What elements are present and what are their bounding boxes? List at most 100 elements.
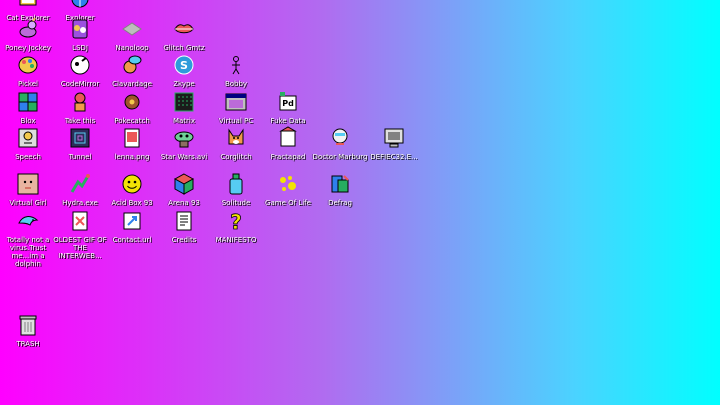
desktop-icon-lsdj[interactable]: LSDJ	[52, 16, 108, 52]
desktop-icon-clavardage[interactable]: Clavardage	[104, 52, 160, 88]
desktop-icon-corglitch[interactable]: Corglitch	[208, 125, 264, 161]
desktop-icon-take-this[interactable]: Take this	[52, 89, 108, 125]
svg-text:?: ?	[230, 210, 242, 233]
icon-label: Corglitch	[220, 153, 252, 161]
stick-figure-icon	[223, 52, 249, 78]
icon-label: Fuke Data	[270, 117, 306, 125]
desktop-icon-tunnel[interactable]: Tunnel	[52, 125, 108, 161]
icon-label: Defrag	[328, 199, 352, 207]
desktop-icon-fuke-data[interactable]: Pd Fuke Data	[260, 89, 316, 125]
icon-label: Pokecatch	[114, 117, 150, 125]
icon-label: Virtual PC	[218, 117, 254, 125]
lips-icon	[171, 16, 197, 42]
corgi-icon	[223, 125, 249, 151]
desktop-icon-matrix[interactable]: Matrix	[156, 89, 212, 125]
cells-icon	[275, 171, 301, 197]
icon-label: Bobby	[224, 80, 248, 88]
desktop-icon-glitch-gmtz[interactable]: Glitch Gmtz	[156, 16, 212, 52]
desktop-icon-pokecatch[interactable]: Pokecatch	[104, 89, 160, 125]
desktop-icon-speech[interactable]: Speech	[0, 125, 56, 161]
text-file-icon	[171, 208, 197, 234]
desktop-icon-acid-box-93[interactable]: Acid Box 93	[104, 171, 160, 207]
icon-label: Speech	[15, 153, 41, 161]
fractapad-icon	[275, 125, 301, 151]
desktop-icon-hydra-exe[interactable]: Hydra.exe	[52, 171, 108, 207]
dolphin-icon	[15, 208, 41, 234]
icon-label: Pickel	[18, 80, 38, 88]
desktop-icon-bobby[interactable]: Bobby	[208, 52, 264, 88]
defrag-icon	[327, 171, 353, 197]
url-shortcut-icon	[119, 208, 145, 234]
icon-label: Glitch Gmtz	[163, 44, 205, 52]
desktop-icon-manifesto[interactable]: ? MANIFESTO	[208, 208, 264, 244]
zkype-icon: S	[171, 52, 197, 78]
desktop-icon-pickel[interactable]: Pickel	[0, 52, 56, 88]
tunnel-icon	[67, 125, 93, 151]
desktop-icon-zkype[interactable]: S Zkype	[156, 52, 212, 88]
icon-label: Take this	[64, 117, 96, 125]
icon-label: Contact.url	[112, 236, 152, 244]
desktop-icon-poney-jockey[interactable]: Poney Jockey	[0, 16, 56, 52]
icon-label: Doctor Marburg	[312, 153, 368, 161]
chat-bubble-icon	[119, 52, 145, 78]
matrix-terminal-icon	[171, 89, 197, 115]
icon-label: Credits	[171, 236, 197, 244]
desktop-icon-nanoloop[interactable]: Nanoloop	[104, 16, 160, 52]
icon-label: Matrix	[172, 117, 196, 125]
computer-monitor-icon	[381, 125, 407, 151]
desktop-icon-codemirror[interactable]: CodeMirror	[52, 52, 108, 88]
icon-label: lenna.png	[114, 153, 150, 161]
icon-label: Blox	[20, 117, 36, 125]
icon-label: Totally not a virus.Trust me...im a dolp…	[6, 236, 50, 268]
desktop: Cat Explorer Explorer Poney Jockey LSDJ …	[0, 0, 720, 405]
desktop-icon-blox[interactable]: Blox	[0, 89, 56, 125]
desktop-icon-solitude[interactable]: Solitude	[208, 171, 264, 207]
desktop-icon-oldest-gif[interactable]: OLDEST GIF OF THE INTERWEB...	[52, 208, 108, 260]
face-portrait-icon	[15, 171, 41, 197]
pokecatch-icon	[119, 89, 145, 115]
cube-icon	[171, 171, 197, 197]
icon-label: DEFIEC32.E...	[370, 153, 418, 161]
fuke-data-icon: Pd	[275, 89, 301, 115]
trash-can-icon	[15, 312, 41, 338]
icon-label: Fractapad	[270, 153, 306, 161]
desktop-icon-credits[interactable]: Credits	[156, 208, 212, 244]
icon-label: CodeMirror	[60, 80, 100, 88]
desktop-icon-virtual-pc[interactable]: Virtual PC	[208, 89, 264, 125]
nanoloop-icon	[119, 16, 145, 42]
desktop-icon-dolphin[interactable]: Totally not a virus.Trust me...im a dolp…	[0, 208, 56, 268]
icon-label: Hydra.exe	[62, 199, 98, 207]
desktop-icon-defiec32[interactable]: DEFIEC32.E...	[366, 125, 422, 161]
unicorn-icon	[15, 16, 41, 42]
globe-icon	[67, 0, 93, 12]
paint-palette-icon	[15, 52, 41, 78]
desktop-icon-fractapad[interactable]: Fractapad	[260, 125, 316, 161]
hero-character-icon	[67, 89, 93, 115]
icon-label: OLDEST GIF OF THE INTERWEB...	[53, 236, 107, 260]
yoda-icon	[171, 125, 197, 151]
icon-label: Poney Jockey	[5, 44, 51, 52]
lsdj-cartridge-icon	[67, 16, 93, 42]
icon-label: Arena 93	[168, 199, 200, 207]
virtual-pc-window-icon	[223, 89, 249, 115]
speech-face-icon	[15, 125, 41, 151]
icon-label: MANIFESTO	[215, 236, 257, 244]
desktop-icon-star-wars-avi[interactable]: Star Wars.avi	[156, 125, 212, 161]
blox-icon	[15, 89, 41, 115]
desktop-icon-defrag[interactable]: Defrag	[312, 171, 368, 207]
icon-label: Zkype	[173, 80, 195, 88]
doctor-icon	[327, 125, 353, 151]
icon-label: LSDJ	[72, 44, 88, 52]
desktop-icon-virtual-girl[interactable]: Virtual Girl	[0, 171, 56, 207]
icon-label: Tunnel	[68, 153, 92, 161]
desktop-icon-arena-93[interactable]: Arena 93	[156, 171, 212, 207]
bottle-icon	[223, 171, 249, 197]
desktop-icon-lenna-png[interactable]: lenna.png	[104, 125, 160, 161]
desktop-icon-game-of-life[interactable]: Game Of Life	[260, 171, 316, 207]
icon-label: Acid Box 93	[111, 199, 153, 207]
desktop-icon-doctor-marburg[interactable]: Doctor Marburg	[312, 125, 368, 161]
desktop-icon-contact-url[interactable]: Contact.url	[104, 208, 160, 244]
question-mark-icon: ?	[223, 208, 249, 234]
desktop-icon-trash[interactable]: TRASH	[0, 312, 56, 348]
image-file-icon	[119, 125, 145, 151]
